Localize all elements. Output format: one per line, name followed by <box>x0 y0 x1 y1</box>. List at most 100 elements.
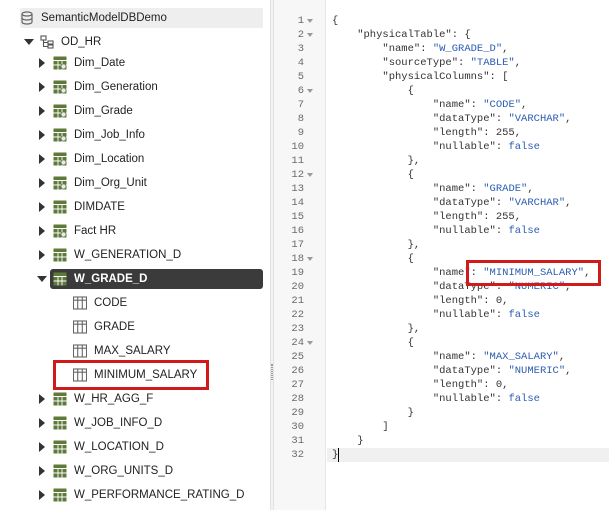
tree-table-item[interactable]: W_GENERATION_D <box>37 245 181 265</box>
tree-column-label: CODE <box>94 297 128 309</box>
splitter-grip-icon[interactable] <box>271 364 273 380</box>
code-line[interactable]: { <box>332 336 414 350</box>
json-editor[interactable]: 1 2 3 4 5 6 7 8 9 10 11 12 13 14 15 16 17 18 19 20 21 22 23 24 2… <box>274 0 609 510</box>
expand-arrow-right-icon[interactable] <box>37 441 47 453</box>
tree-column-item[interactable]: GRADE <box>73 317 135 337</box>
code-line[interactable]: "physicalTable": { <box>332 28 471 42</box>
expand-arrow-right-icon[interactable] <box>37 153 47 165</box>
code-line[interactable]: { <box>332 14 338 28</box>
expand-arrow-right-icon[interactable] <box>37 177 47 189</box>
expand-arrow-right-icon[interactable] <box>37 201 47 213</box>
json-token: "name": <box>332 351 484 363</box>
code-line[interactable]: "physicalColumns": [ <box>332 70 508 84</box>
tree-table-item[interactable]: W_JOB_INFO_D <box>37 413 162 433</box>
json-token: "name": <box>332 183 484 195</box>
tree-root-item[interactable]: SemanticModelDBDemo <box>20 8 263 28</box>
tree-table-item[interactable]: W_GRADE_D <box>37 269 263 289</box>
table-icon <box>53 272 67 286</box>
tree-table-item[interactable]: W_HR_AGG_F <box>37 389 153 409</box>
code-line[interactable]: "name": "MAX_SALARY", <box>332 350 565 364</box>
tree-table-item[interactable]: Dim_Job_Info <box>37 125 145 145</box>
tree-column-label: MAX_SALARY <box>94 345 171 357</box>
triangle-glyph-icon <box>39 394 45 404</box>
code-line[interactable]: "nullable": false <box>332 224 540 238</box>
line-number: 1 <box>297 15 304 27</box>
triangle-glyph-icon <box>39 418 45 428</box>
code-line[interactable]: "name": "W_GRADE_D", <box>332 42 508 56</box>
json-token: "physicalTable": { <box>332 29 471 41</box>
code-line[interactable]: }, <box>332 238 421 252</box>
code-line[interactable]: "length": 0, <box>332 294 509 308</box>
table-icon <box>53 488 67 502</box>
line-number: 22 <box>291 309 304 321</box>
code-line[interactable]: } <box>332 406 414 420</box>
tree-column-item[interactable]: MAX_SALARY <box>73 341 171 361</box>
tree-table-item[interactable]: Dim_Org_Unit <box>37 173 147 193</box>
fold-arrow-icon[interactable] <box>307 341 313 345</box>
tree-table-item[interactable]: Dim_Grade <box>37 101 133 121</box>
fold-arrow-icon[interactable] <box>307 33 313 37</box>
triangle-glyph-icon <box>39 250 45 260</box>
code-line[interactable]: { <box>332 84 414 98</box>
expand-arrow-down-icon[interactable] <box>24 36 34 48</box>
code-line[interactable]: } <box>332 448 338 462</box>
triangle-glyph-icon <box>39 490 45 500</box>
expand-arrow-down-icon[interactable] <box>37 273 47 285</box>
json-token: "name": <box>332 43 433 55</box>
code-line[interactable]: "name": "CODE", <box>332 98 528 112</box>
fold-arrow-icon[interactable] <box>307 89 313 93</box>
expand-arrow-right-icon[interactable] <box>37 129 47 141</box>
fold-arrow-icon[interactable] <box>307 19 313 23</box>
tree-table-item[interactable]: W_ORG_UNITS_D <box>37 461 173 481</box>
tree-table-item[interactable]: W_LOCATION_D <box>37 437 164 457</box>
expand-arrow-right-icon[interactable] <box>37 393 47 405</box>
tree-table-item[interactable]: W_PERFORMANCE_RATING_D <box>37 485 244 505</box>
json-string-token: "CODE" <box>483 99 522 111</box>
expand-arrow-right-icon[interactable] <box>37 249 47 261</box>
code-line[interactable]: "dataType": "VARCHAR", <box>332 112 572 126</box>
code-line[interactable]: "length": 255, <box>332 210 521 224</box>
tree-column-item[interactable]: CODE <box>73 293 127 313</box>
code-line[interactable]: { <box>332 168 414 182</box>
tree-table-label: W_LOCATION_D <box>74 441 164 453</box>
triangle-glyph-icon <box>39 226 45 236</box>
line-number: 2 <box>297 29 304 41</box>
code-line[interactable]: { <box>332 252 414 266</box>
expand-arrow-right-icon[interactable] <box>37 81 47 93</box>
code-line[interactable]: } <box>332 434 363 448</box>
expand-arrow-right-icon[interactable] <box>37 489 47 501</box>
code-line[interactable]: "length": 255, <box>332 126 521 140</box>
json-token: }, <box>332 239 421 251</box>
expand-arrow-right-icon[interactable] <box>37 225 47 237</box>
code-line[interactable]: ] <box>332 420 388 434</box>
tree-table-item[interactable]: Fact HR <box>37 221 116 241</box>
tree-table-item[interactable]: Dim_Date <box>37 53 125 73</box>
line-number: 9 <box>297 127 304 139</box>
json-token: , <box>565 197 572 209</box>
code-line[interactable]: "nullable": false <box>332 140 540 154</box>
code-line[interactable]: }, <box>332 154 421 168</box>
tree-table-item[interactable]: Dim_Generation <box>37 77 158 97</box>
code-line[interactable]: "nullable": false <box>332 308 540 322</box>
code-line[interactable]: "sourceType": "TABLE", <box>332 56 521 70</box>
table-icon <box>53 392 67 406</box>
model-tree-panel: SemanticModelDBDemo OD_HR Dim_Date Dim_Gene… <box>0 0 270 510</box>
code-line[interactable]: "length": 0, <box>332 378 509 392</box>
line-number: 19 <box>291 267 304 279</box>
tree-schema-item[interactable]: OD_HR <box>24 32 101 52</box>
code-line[interactable]: "nullable": false <box>332 392 540 406</box>
expand-arrow-right-icon[interactable] <box>37 417 47 429</box>
expand-arrow-right-icon[interactable] <box>37 105 47 117</box>
fold-arrow-icon[interactable] <box>307 173 313 177</box>
code-line[interactable]: }, <box>332 322 421 336</box>
code-line[interactable]: "dataType": "VARCHAR", <box>332 196 572 210</box>
code-line[interactable]: "dataType": "NUMERIC", <box>332 364 572 378</box>
code-line[interactable]: "name": "GRADE", <box>332 182 534 196</box>
tree-table-item[interactable]: DIMDATE <box>37 197 125 217</box>
expand-arrow-right-icon[interactable] <box>37 465 47 477</box>
tree-table-label: Dim_Generation <box>74 81 158 93</box>
tree-table-item[interactable]: Dim_Location <box>37 149 144 169</box>
line-number: 16 <box>291 225 304 237</box>
expand-arrow-right-icon[interactable] <box>37 57 47 69</box>
fold-arrow-icon[interactable] <box>307 257 313 261</box>
